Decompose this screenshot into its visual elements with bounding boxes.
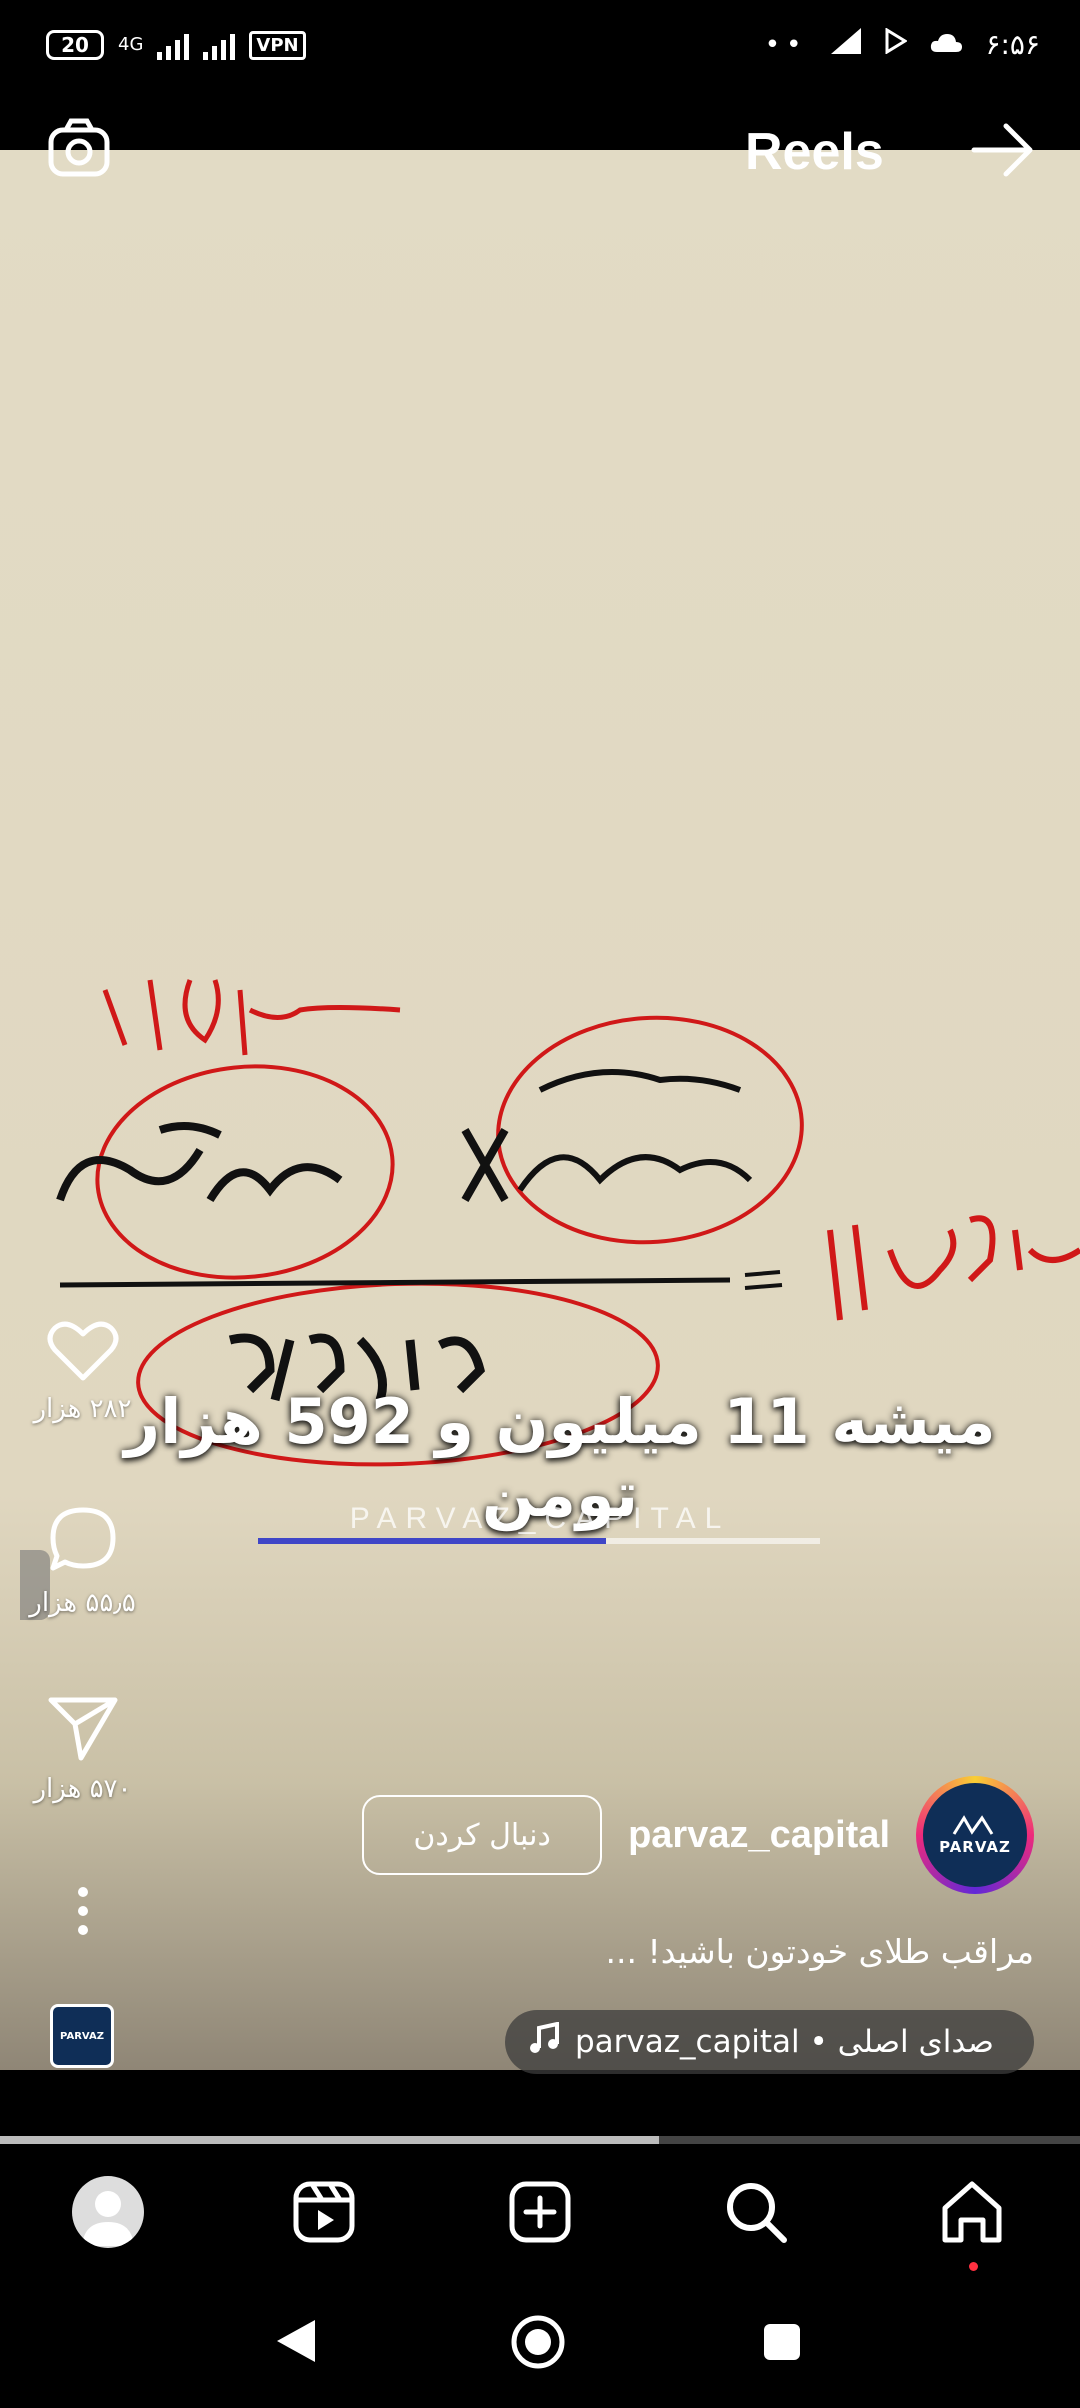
network-type: 4G	[118, 34, 144, 55]
notification-dot	[969, 2262, 978, 2271]
video-watermark: PARVAZ_CAPITAL	[349, 1502, 731, 1535]
comment-icon[interactable]	[0, 1504, 165, 1580]
share-action[interactable]: ۵۷۰ هزار	[0, 1694, 165, 1804]
author-username[interactable]: parvaz_capital	[628, 1814, 890, 1857]
reel-caption[interactable]: مراقب طلای خودتون باشید! ...	[606, 1932, 1034, 1971]
system-nav-bar	[0, 2272, 1080, 2408]
audio-label: parvaz_capital • صدای اصلی	[575, 2024, 994, 2060]
author-avatar-logo: PARVAZ	[923, 1783, 1027, 1887]
share-count: ۵۷۰ هزار	[33, 1774, 132, 1804]
wifi-signal-icon	[829, 26, 863, 63]
audio-thumbnail[interactable]: PARVAZ	[50, 2004, 114, 2068]
signal-icon	[157, 30, 190, 60]
heart-icon[interactable]	[0, 1318, 165, 1386]
back-icon[interactable]	[275, 2318, 317, 2368]
video-inner-progress	[258, 1538, 820, 1544]
author-row: PARVAZ parvaz_capital دنبال کردن	[362, 1776, 1034, 1894]
follow-button[interactable]: دنبال کردن	[362, 1795, 603, 1875]
signal-icon-2	[203, 30, 236, 60]
video-inner-progress-fill	[258, 1538, 607, 1544]
play-store-icon	[885, 27, 909, 61]
profile-avatar-icon	[72, 2176, 144, 2248]
arrow-right-icon[interactable]	[970, 120, 1036, 180]
bottom-nav	[0, 2150, 1080, 2272]
more-notifications-icon: ••	[764, 29, 808, 60]
page-title: Reels	[745, 123, 884, 181]
comment-count: ۵۵٫۵ هزار	[29, 1588, 136, 1618]
nav-home[interactable]	[934, 2174, 1010, 2271]
nav-search[interactable]	[718, 2174, 794, 2250]
playback-progress[interactable]	[0, 2136, 1080, 2144]
recents-icon[interactable]	[762, 2322, 802, 2366]
nav-reels[interactable]	[286, 2174, 362, 2250]
author-avatar[interactable]: PARVAZ	[916, 1776, 1034, 1894]
nav-create[interactable]	[502, 2174, 578, 2250]
home-icon	[942, 2181, 1002, 2243]
audio-thumbnail-text: PARVAZ	[60, 2030, 104, 2042]
like-count: ۲۸۲ هزار	[33, 1394, 132, 1424]
clock-time: ۶:۵۶	[985, 28, 1040, 61]
music-note-icon	[529, 2021, 559, 2062]
reels-header: Reels	[0, 96, 1080, 206]
reels-icon	[293, 2181, 355, 2243]
playback-progress-fill	[0, 2136, 659, 2144]
more-options-icon[interactable]	[0, 1886, 165, 1940]
status-bar: 20 4G VPN •• ۶:۵۶	[0, 0, 1080, 96]
avatar-text: PARVAZ	[939, 1838, 1011, 1856]
home-circle-icon[interactable]	[510, 2314, 566, 2374]
share-icon[interactable]	[0, 1694, 165, 1766]
create-icon	[509, 2181, 571, 2243]
vpn-badge: VPN	[249, 30, 306, 60]
camera-icon[interactable]	[46, 116, 112, 182]
cloud-icon	[929, 28, 963, 61]
search-icon	[727, 2183, 787, 2243]
battery-indicator: 20	[46, 30, 104, 60]
audio-pill[interactable]: parvaz_capital • صدای اصلی	[505, 2010, 1034, 2074]
nav-profile[interactable]	[70, 2174, 146, 2250]
like-action[interactable]: ۲۸۲ هزار	[0, 1318, 165, 1424]
comment-action[interactable]: ۵۵٫۵ هزار	[0, 1504, 165, 1618]
